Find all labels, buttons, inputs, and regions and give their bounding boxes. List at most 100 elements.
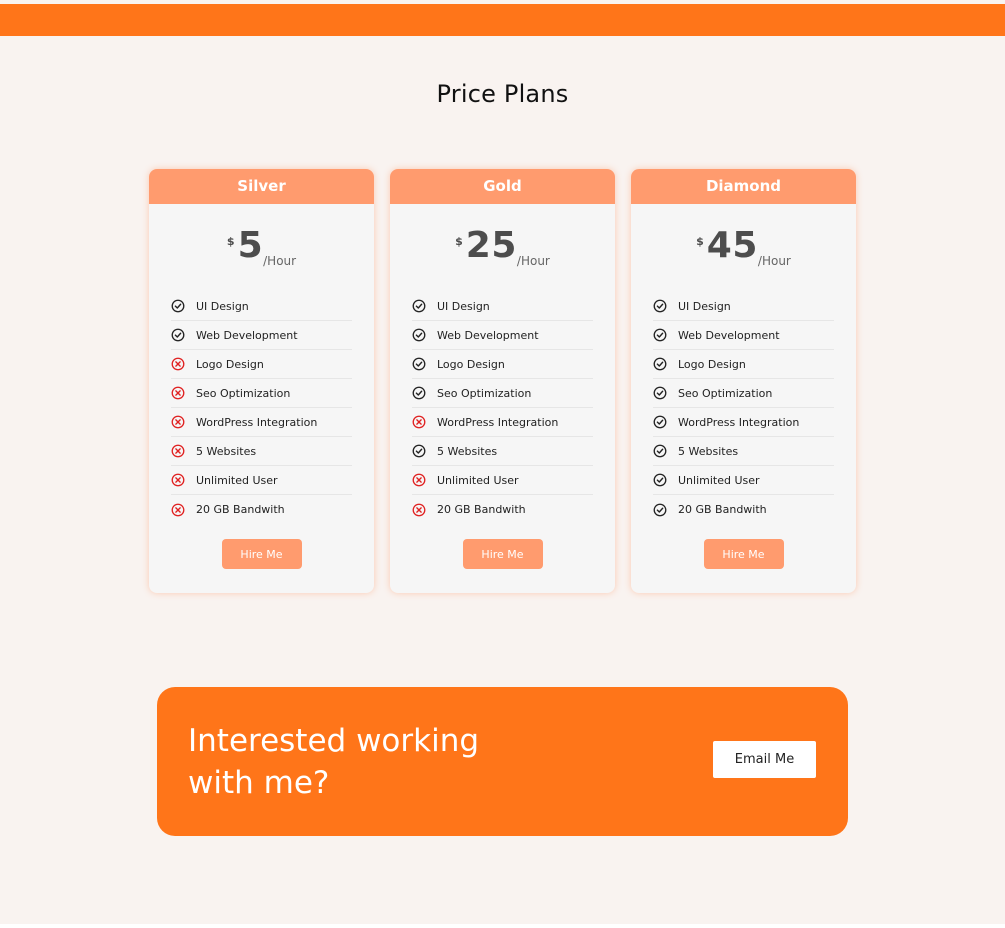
feature-item: Logo Design: [412, 350, 593, 379]
plan-name: Diamond: [631, 169, 856, 204]
check-circle-icon: [412, 299, 426, 313]
feature-label: Web Development: [437, 328, 539, 342]
check-circle-icon: [653, 473, 667, 487]
check-circle-icon: [412, 386, 426, 400]
x-circle-icon: [171, 503, 185, 517]
feature-label: Seo Optimization: [437, 386, 532, 400]
feature-item: 5 Websites: [412, 437, 593, 466]
price-unit: /Hour: [263, 254, 297, 268]
feature-label: 20 GB Bandwith: [437, 503, 526, 516]
feature-label: Unlimited User: [196, 473, 278, 487]
feature-label: Web Development: [678, 328, 780, 342]
price-amount: 45: [706, 225, 758, 266]
cta-text: Interested working with me?: [188, 723, 480, 801]
feature-item: Logo Design: [171, 350, 352, 379]
feature-label: 5 Websites: [678, 444, 739, 458]
x-circle-icon: [412, 473, 426, 487]
price-currency: $: [226, 235, 235, 248]
feature-item: UI Design: [653, 292, 834, 321]
feature-label: Seo Optimization: [196, 386, 291, 400]
check-circle-icon: [412, 328, 426, 342]
section-title: Price Plans: [436, 80, 569, 108]
feature-label: WordPress Integration: [437, 415, 559, 429]
hire-me-button[interactable]: Hire Me: [703, 539, 784, 569]
top-bar: [0, 4, 1005, 36]
feature-label: 5 Websites: [437, 444, 498, 458]
feature-label: 20 GB Bandwith: [678, 503, 767, 516]
feature-label: Logo Design: [437, 357, 505, 371]
feature-label: Logo Design: [196, 357, 264, 371]
x-circle-icon: [171, 444, 185, 458]
feature-item: Web Development: [653, 321, 834, 350]
feature-item: UI Design: [412, 292, 593, 321]
feature-item: Seo Optimization: [653, 379, 834, 408]
check-circle-icon: [653, 357, 667, 371]
price-currency: $: [455, 235, 463, 248]
feature-item: WordPress Integration: [412, 408, 593, 437]
check-circle-icon: [412, 357, 426, 371]
feature-label: Unlimited User: [437, 473, 519, 487]
page: Price Plans Silver $5/Hour UI Design Web De…: [0, 0, 1005, 924]
feature-list: UI Design Web Development Logo Design Seo O…: [149, 292, 374, 524]
feature-item: Web Development: [171, 321, 352, 350]
plan-name: Gold: [390, 169, 615, 204]
x-circle-icon: [171, 415, 185, 429]
feature-label: Logo Design: [678, 357, 746, 371]
feature-item: 5 Websites: [653, 437, 834, 466]
check-circle-icon: [171, 299, 185, 313]
feature-item: WordPress Integration: [171, 408, 352, 437]
price-unit: /Hour: [757, 254, 791, 268]
feature-list: UI Design Web Development Logo Design Seo O…: [631, 292, 856, 524]
feature-label: Unlimited User: [678, 473, 760, 487]
feature-label: UI Design: [678, 299, 731, 313]
feature-item: 20 GB Bandwith: [653, 495, 834, 524]
x-circle-icon: [171, 386, 185, 400]
feature-item: Seo Optimization: [412, 379, 593, 408]
hire-me-button[interactable]: Hire Me: [221, 539, 302, 569]
feature-item: WordPress Integration: [653, 408, 834, 437]
plan-card-diamond: Diamond $45/Hour UI Design Web Development L…: [631, 169, 856, 593]
check-circle-icon: [653, 328, 667, 342]
feature-label: WordPress Integration: [196, 415, 318, 429]
check-circle-icon: [653, 299, 667, 313]
feature-item: UI Design: [171, 292, 352, 321]
feature-item: Unlimited User: [653, 466, 834, 495]
plan-card-gold: Gold $25/Hour UI Design Web Development Logo…: [390, 169, 615, 593]
feature-item: 20 GB Bandwith: [412, 495, 593, 524]
price-amount: 25: [465, 225, 517, 266]
feature-item: Web Development: [412, 321, 593, 350]
feature-label: WordPress Integration: [678, 415, 800, 429]
feature-item: Unlimited User: [171, 466, 352, 495]
cta-banner: Interested working with me? Email Me: [157, 687, 848, 836]
x-circle-icon: [171, 473, 185, 487]
check-circle-icon: [171, 328, 185, 342]
feature-label: 20 GB Bandwith: [196, 503, 285, 516]
price-amount: 5: [237, 225, 264, 266]
feature-list: UI Design Web Development Logo Design Seo O…: [390, 292, 615, 524]
price-currency: $: [696, 235, 704, 248]
feature-label: 5 Websites: [196, 444, 257, 458]
feature-item: Unlimited User: [412, 466, 593, 495]
feature-item: 20 GB Bandwith: [171, 495, 352, 524]
feature-item: Logo Design: [653, 350, 834, 379]
plan-price: $25/Hour: [390, 204, 615, 276]
email-me-button[interactable]: Email Me: [713, 741, 816, 778]
check-circle-icon: [412, 444, 426, 458]
hire-me-button[interactable]: Hire Me: [462, 539, 543, 569]
feature-item: 5 Websites: [171, 437, 352, 466]
plan-name: Silver: [149, 169, 374, 204]
check-circle-icon: [653, 503, 667, 517]
price-unit: /Hour: [516, 254, 550, 268]
x-circle-icon: [171, 357, 185, 371]
plan-price: $45/Hour: [631, 204, 856, 276]
feature-item: Seo Optimization: [171, 379, 352, 408]
check-circle-icon: [653, 386, 667, 400]
check-circle-icon: [653, 444, 667, 458]
feature-label: UI Design: [196, 299, 249, 313]
x-circle-icon: [412, 503, 426, 517]
feature-label: Seo Optimization: [678, 386, 773, 400]
x-circle-icon: [412, 415, 426, 429]
plan-card-silver: Silver $5/Hour UI Design Web Development Log…: [149, 169, 374, 593]
feature-label: Web Development: [196, 328, 298, 342]
plan-price: $5/Hour: [149, 204, 374, 276]
